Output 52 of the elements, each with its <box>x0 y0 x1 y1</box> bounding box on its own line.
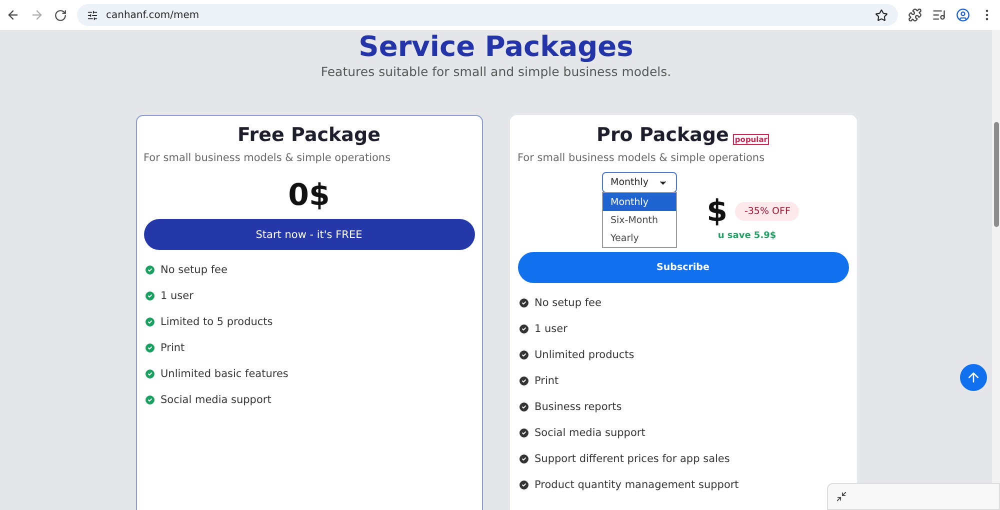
check-icon <box>518 478 530 490</box>
feature-text: Print <box>160 342 185 354</box>
feature-text: Print <box>534 374 559 386</box>
minimize-icon[interactable] <box>836 491 847 502</box>
check-icon <box>518 322 530 334</box>
extensions-icon[interactable] <box>908 8 922 22</box>
bookmark-star-icon <box>875 8 888 22</box>
saving-text: u save 5.9$ <box>718 231 776 241</box>
period-option[interactable]: Monthly <box>602 193 676 211</box>
package-description: For small business models & simple operations <box>518 152 766 164</box>
feature-text: 1 user <box>160 290 194 302</box>
package-description: For small business models & simple operations <box>144 152 392 164</box>
price: $ <box>706 194 728 229</box>
feature-text: Unlimited products <box>534 348 634 360</box>
start-button[interactable]: Start now - it's FREE <box>144 219 474 250</box>
subscribe-button[interactable]: Subscribe <box>518 252 848 283</box>
feature-text: Support different prices for app sales <box>534 452 730 464</box>
check-icon <box>518 374 530 386</box>
page-title: Service Packages <box>358 32 634 62</box>
period-select[interactable]: Monthly <box>602 172 676 193</box>
feature-text: Social media support <box>534 426 646 438</box>
check-icon <box>144 342 156 354</box>
discount-badge: -35% OFF <box>735 202 800 221</box>
check-icon <box>144 264 156 276</box>
feature-text: No setup fee <box>160 264 228 276</box>
media-icon[interactable] <box>932 8 946 22</box>
check-icon <box>518 400 530 412</box>
feature-text: Product quantity management support <box>534 478 739 490</box>
check-icon <box>144 316 156 328</box>
check-icon <box>144 368 156 380</box>
check-icon <box>518 296 530 308</box>
check-icon <box>518 348 530 360</box>
feature-text: Unlimited basic features <box>160 368 288 380</box>
check-icon <box>518 426 530 438</box>
check-icon <box>144 394 156 406</box>
check-icon <box>144 290 156 302</box>
page-subtitle: Features suitable for small and simple business models. <box>320 64 672 79</box>
profile-icon[interactable] <box>956 8 970 22</box>
check-icon <box>518 452 530 464</box>
package-title: Pro Package <box>596 124 729 146</box>
site-settings-icon <box>87 10 98 20</box>
package-title: Free Package <box>238 124 380 146</box>
feature-text: 1 user <box>534 322 568 334</box>
address-bar[interactable]: canhanf.com/mem <box>77 4 898 26</box>
feature-text: Limited to 5 products <box>160 316 273 328</box>
scroll-top-button[interactable] <box>960 364 987 391</box>
feature-text: No setup fee <box>534 296 602 308</box>
price: 0$ <box>287 178 331 213</box>
reload-icon[interactable] <box>54 8 67 22</box>
feature-text: Business reports <box>534 400 622 412</box>
back-icon[interactable] <box>6 8 20 22</box>
feature-text: Social media support <box>160 394 272 406</box>
